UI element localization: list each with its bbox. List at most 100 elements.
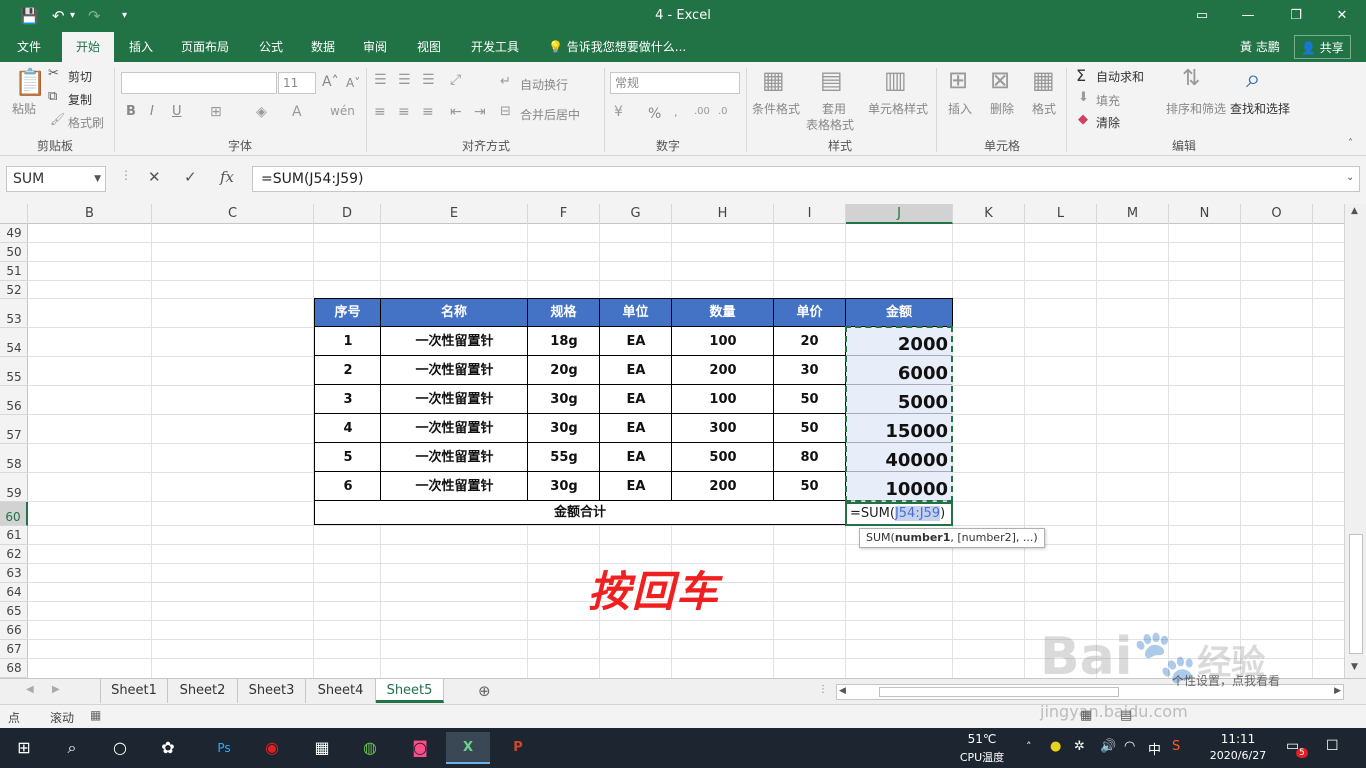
align-bottom-icon[interactable]: ☰ <box>422 72 435 88</box>
table-cell[interactable]: 一次性留置针 <box>380 472 528 501</box>
table-cell[interactable]: 一次性留置针 <box>380 356 528 385</box>
tray-app-icon[interactable]: ✲ <box>1074 739 1085 754</box>
maximize-button[interactable]: ❐ <box>1276 4 1316 28</box>
table-cell[interactable]: 20 <box>773 327 846 356</box>
sogou-icon[interactable]: S <box>1172 739 1180 754</box>
pink-app-icon[interactable]: ◙ <box>398 732 442 764</box>
table-cell[interactable]: 100 <box>671 327 774 356</box>
insert-function-button[interactable]: fx <box>220 168 234 186</box>
percent-button[interactable]: % <box>648 106 661 122</box>
cut-button[interactable]: 剪切 <box>68 68 92 85</box>
tab-view[interactable]: 视图 <box>408 32 450 62</box>
tab-data[interactable]: 数据 <box>302 32 344 62</box>
browser-icon[interactable]: ◍ <box>348 732 392 764</box>
cell-styles-button[interactable]: 单元格样式 <box>868 100 928 117</box>
scroll-right-icon[interactable]: ▶ <box>1334 686 1341 696</box>
vertical-scrollbar[interactable]: ▲ ▼ <box>1344 204 1366 678</box>
search-icon[interactable]: ⌕ <box>50 732 94 764</box>
sheet-tab[interactable]: Sheet3 <box>238 679 306 703</box>
row-header[interactable]: 59 <box>0 473 28 502</box>
column-header[interactable]: C <box>152 204 314 224</box>
select-all-corner[interactable] <box>0 204 28 224</box>
table-cell[interactable]: 一次性留置针 <box>380 414 528 443</box>
table-cell[interactable]: EA <box>599 327 672 356</box>
row-header[interactable]: 49 <box>0 224 28 243</box>
column-header[interactable]: F <box>528 204 600 224</box>
row-header[interactable]: 65 <box>0 602 28 621</box>
row-header[interactable]: 53 <box>0 299 28 328</box>
tab-formulas[interactable]: 公式 <box>250 32 292 62</box>
column-header[interactable]: D <box>314 204 381 224</box>
table-cell[interactable]: EA <box>599 385 672 414</box>
table-cell[interactable]: 80 <box>773 443 846 472</box>
scroll-down-icon[interactable]: ▼ <box>1351 662 1358 672</box>
tray-expand-icon[interactable]: ˄ <box>1026 740 1032 753</box>
table-format-button-line1[interactable]: 套用 <box>822 100 846 117</box>
italic-button[interactable]: I <box>150 104 154 119</box>
table-cell[interactable]: 30g <box>527 414 600 443</box>
paste-button[interactable]: 粘贴 <box>12 100 36 117</box>
row-header[interactable]: 58 <box>0 444 28 473</box>
currency-icon[interactable]: ¥ <box>614 104 623 120</box>
phonetic-icon[interactable]: wén <box>330 104 355 118</box>
column-header[interactable]: E <box>381 204 528 224</box>
ribbon-display-options-icon[interactable]: ▭ <box>1182 4 1222 28</box>
tab-page-layout[interactable]: 页面布局 <box>172 32 238 62</box>
share-button[interactable]: 👤 共享 <box>1294 35 1351 59</box>
paste-icon[interactable]: 📋 <box>14 68 46 98</box>
row-header[interactable]: 67 <box>0 640 28 659</box>
netease-music-icon[interactable]: ◉ <box>250 732 294 764</box>
pinwheel-app-icon[interactable]: ✿ <box>146 732 190 764</box>
insert-cells-button[interactable]: 插入 <box>948 100 972 117</box>
table-cell[interactable]: 50 <box>773 414 846 443</box>
row-header[interactable]: 51 <box>0 262 28 281</box>
clock-time[interactable]: 11:11 <box>1200 732 1276 746</box>
row-header[interactable]: 55 <box>0 357 28 386</box>
user-name[interactable]: 黃 志鹏 <box>1240 32 1280 62</box>
table-header-cell[interactable]: 数量 <box>671 298 774 327</box>
weather-temp[interactable]: 51℃ <box>952 732 1012 746</box>
fill-button[interactable]: 填充 <box>1096 92 1120 109</box>
align-right-icon[interactable]: ≡ <box>422 104 434 120</box>
sheet-tab-active[interactable]: Sheet5 <box>376 679 444 703</box>
decrease-indent-icon[interactable]: ⇤ <box>450 104 462 120</box>
close-button[interactable]: ✕ <box>1322 4 1362 28</box>
clear-button[interactable]: 清除 <box>1096 114 1120 131</box>
excel-taskbar-icon[interactable]: X <box>446 732 490 764</box>
column-header[interactable]: G <box>600 204 672 224</box>
table-header-cell[interactable]: 规格 <box>527 298 600 327</box>
align-top-icon[interactable]: ☰ <box>374 72 387 88</box>
table-cell[interactable]: 300 <box>671 414 774 443</box>
vertical-scroll-thumb[interactable] <box>1349 534 1363 654</box>
number-format-box[interactable]: 常规 <box>610 72 740 94</box>
sheet-tab[interactable]: Sheet1 <box>100 679 168 703</box>
table-cell[interactable]: EA <box>599 472 672 501</box>
table-cell[interactable]: 200 <box>671 356 774 385</box>
font-size-box[interactable]: 11 <box>278 72 316 94</box>
tab-developer[interactable]: 开发工具 <box>462 32 528 62</box>
clock-date[interactable]: 2020/6/27 <box>1200 749 1276 762</box>
table-header-cell[interactable]: 单价 <box>773 298 846 327</box>
ime-indicator[interactable]: 中 <box>1148 739 1161 758</box>
row-header[interactable]: 54 <box>0 328 28 357</box>
table-cell[interactable]: 一次性留置针 <box>380 385 528 414</box>
autosum-button[interactable]: 自动求和 <box>1096 68 1144 85</box>
row-header[interactable]: 52 <box>0 281 28 299</box>
table-cell[interactable]: EA <box>599 443 672 472</box>
photoshop-icon[interactable]: Ps <box>202 732 246 764</box>
table-cell[interactable]: 200 <box>671 472 774 501</box>
row-header-selected[interactable]: 60 <box>0 502 28 526</box>
conditional-format-button[interactable]: 条件格式 <box>752 100 800 117</box>
wrap-text-button[interactable]: 自动换行 <box>520 76 568 93</box>
format-painter-button[interactable]: 格式刷 <box>68 114 104 131</box>
table-cell[interactable]: 3 <box>314 385 381 414</box>
table-cell[interactable]: 100 <box>671 385 774 414</box>
tab-file[interactable]: 文件 <box>6 32 52 62</box>
table-header-cell[interactable]: 名称 <box>380 298 528 327</box>
tooltip-arg1[interactable]: number1 <box>895 531 951 544</box>
align-left-icon[interactable]: ≡ <box>374 104 386 120</box>
network-icon[interactable]: ◠ <box>1124 739 1135 754</box>
action-center-icon[interactable]: ☐ <box>1326 738 1339 754</box>
table-cell[interactable]: 4 <box>314 414 381 443</box>
border-icon[interactable]: ⊞ <box>210 104 222 120</box>
